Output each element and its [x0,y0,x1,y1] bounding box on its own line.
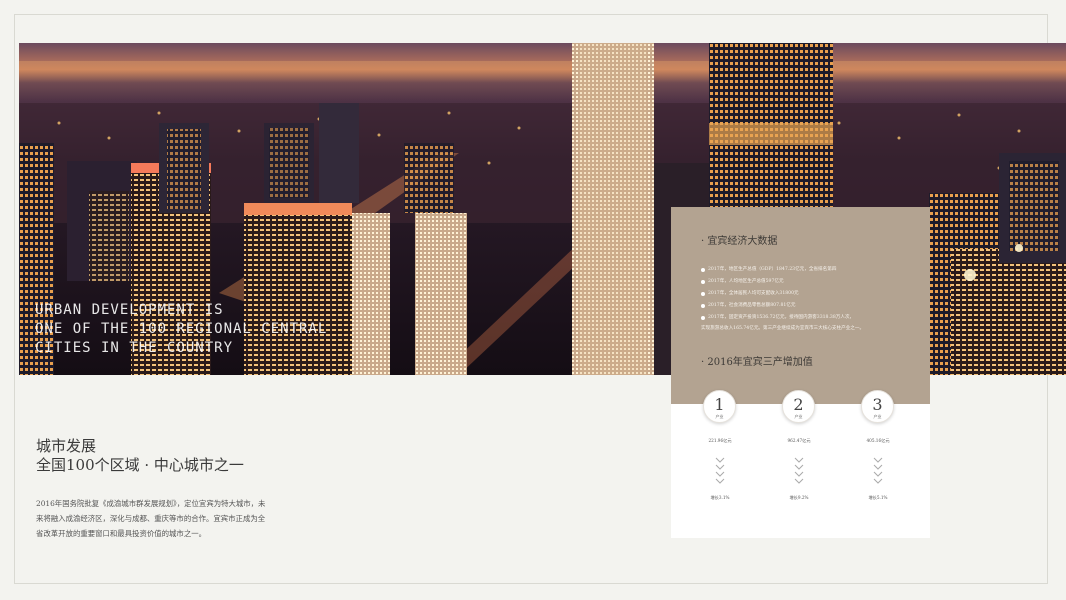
hero-caption: URBAN DEVELOPMENT IS ONE OF THE 100 REGI… [35,301,365,358]
bullet-icon [701,268,705,272]
bullet-icon [701,280,705,284]
industry-value: 962.47亿元 [787,438,811,443]
city-development-title: 城市发展 全国100个区域 · 中心城市之一 [36,437,244,475]
stat-item: 2017年，固定资产投资1536.72亿元，接待国内游客3318.38万人次， [701,312,916,324]
industry-label: 产业 [715,414,724,419]
industry-badge: 3 产业 [861,390,894,423]
stat-text: 2017年，全体居民人均可支配收入31800元 [708,291,799,296]
industry-value-title: · 2016年宜宾三产增加值 [701,357,813,368]
economy-stats-list: 2017年，地区生产总值（GDP）1847.23亿元，全省排名第四 2017年，… [701,264,916,324]
industry-growth: 增长5.1% [868,495,888,500]
hero-caption-line: URBAN DEVELOPMENT IS [35,302,224,318]
industry-number: 3 [872,395,883,414]
industry-value: 221.96亿元 [708,438,732,443]
industry-number: 2 [793,395,804,414]
chevron-down-icon [873,457,883,484]
industry-label: 产业 [794,414,803,419]
industry-badge: 2 产业 [782,390,815,423]
stat-item: 2017年，人均地区生产总值597亿元 [701,276,916,288]
economy-panel-header: · 宜宾经济大数据 2017年，地区生产总值（GDP）1847.23亿元，全省排… [671,207,930,404]
bullet-icon [701,316,705,320]
industry-badge: 1 产业 [703,390,736,423]
industry-label: 产业 [873,414,882,419]
bullet-icon [701,292,705,296]
title-line-1: 城市发展 [36,437,97,455]
stat-extra-text: 实现旅游总收入165.74亿元。第三产业继续成为宜宾市三大核心支柱产业之一。 [701,326,865,331]
bullet-icon [701,304,705,308]
industry-column-3: 3 产业 405.16亿元 增长5.1% [848,390,908,520]
hero-caption-line: ONE OF THE 100 REGIONAL CENTRAL [35,321,328,337]
industry-column-2: 2 产业 962.47亿元 增长9.2% [769,390,829,520]
title-line-2: 全国100个区域 · 中心城市之一 [36,456,244,474]
chevron-down-icon [715,457,725,484]
hero-caption-line: CITIES IN THE COUNTRY [35,340,234,356]
stat-item: 2017年，地区生产总值（GDP）1847.23亿元，全省排名第四 [701,264,916,276]
economy-data-title: · 宜宾经济大数据 [701,236,778,247]
industry-growth: 增长9.2% [789,495,809,500]
stat-text: 2017年，人均地区生产总值597亿元 [708,279,784,284]
economy-panel: · 宜宾经济大数据 2017年，地区生产总值（GDP）1847.23亿元，全省排… [671,207,930,538]
industry-growth: 增长3.1% [710,495,730,500]
industry-column-1: 1 产业 221.96亿元 增长3.1% [690,390,750,520]
stat-item: 2017年，全体居民人均可支配收入31800元 [701,288,916,300]
stat-text: 2017年，地区生产总值（GDP）1847.23亿元，全省排名第四 [708,267,837,272]
stat-item: 2017年，社会消费品零售总额807.81亿元 [701,300,916,312]
industry-value: 405.16亿元 [866,438,890,443]
city-description: 2016年国务院批复《成渝城市群发展规划》，定位宜宾为特大城市，未来将融入成渝经… [36,499,266,538]
industry-number: 1 [714,395,725,414]
stat-text: 2017年，社会消费品零售总额807.81亿元 [708,303,796,308]
chevron-down-icon [794,457,804,484]
stat-text: 2017年，固定资产投资1536.72亿元，接待国内游客3318.38万人次， [708,315,855,320]
